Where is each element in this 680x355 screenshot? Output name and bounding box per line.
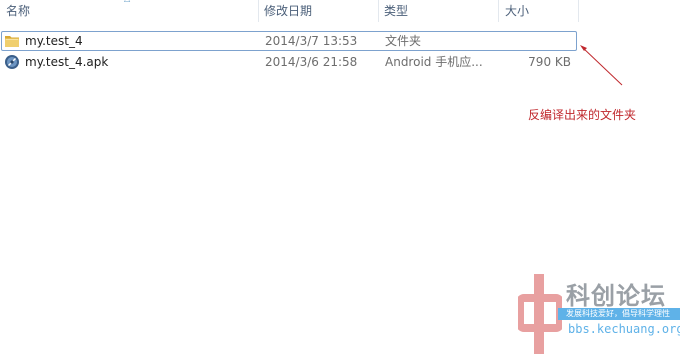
watermark-title: 科创论坛	[566, 282, 666, 310]
forum-logo-icon	[518, 274, 562, 354]
annotation-label: 反编译出来的文件夹	[528, 108, 637, 122]
watermark: 科创论坛 发展科技爱好，倡导科学理性 bbs.kechuang.org	[518, 272, 680, 355]
watermark-slogan: 发展科技爱好，倡导科学理性	[558, 308, 680, 320]
watermark-url: bbs.kechuang.org	[568, 322, 680, 336]
